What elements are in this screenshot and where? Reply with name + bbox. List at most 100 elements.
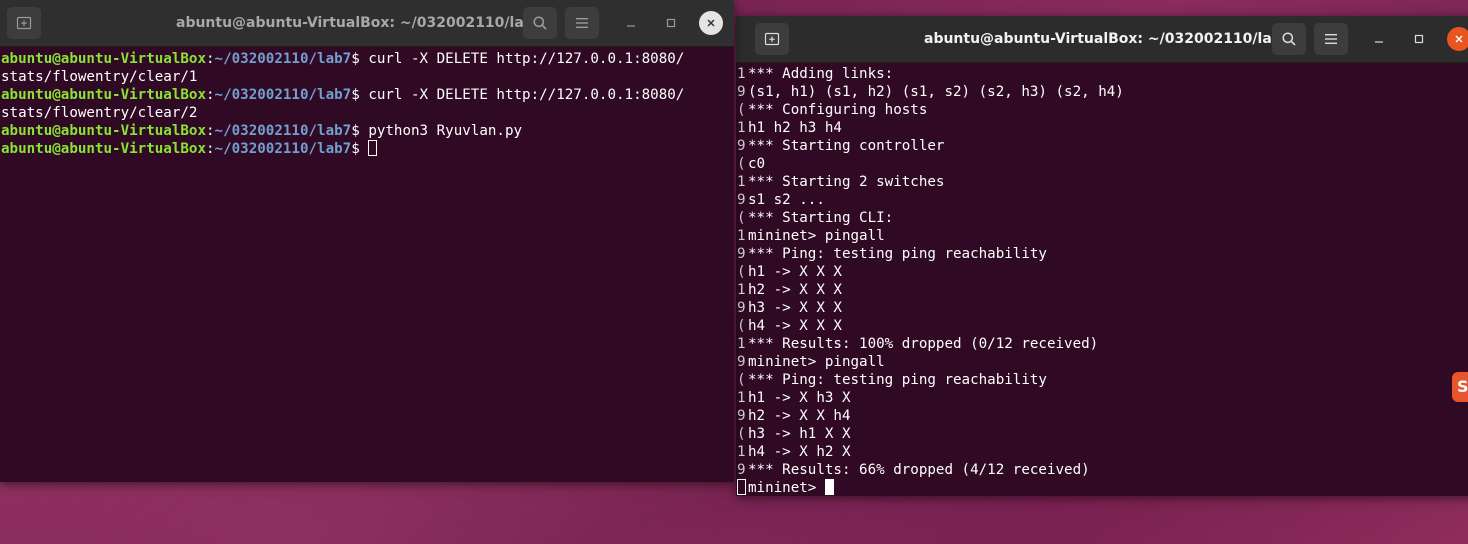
terminal-line-text: *** Configuring hosts: [748, 102, 928, 118]
close-icon: [707, 19, 715, 27]
new-tab-button[interactable]: [755, 23, 789, 55]
minimize-button[interactable]: [619, 11, 643, 35]
gutter-char: 1: [737, 444, 746, 460]
terminal-line-text: mininet> pingall: [748, 354, 885, 370]
titlebar-left[interactable]: abuntu@abuntu-VirtualBox: ~/032002110/la…: [0, 0, 734, 47]
terminal-line: c0: [748, 155, 765, 173]
gutter-char: 9: [737, 462, 746, 478]
gutter-char: 1: [737, 228, 746, 244]
terminal-line-text: *** Adding links:: [748, 66, 894, 82]
prompt-separator: :: [206, 141, 215, 157]
prompt-dollar: $: [351, 141, 369, 157]
search-icon: [533, 16, 547, 30]
prompt-path: ~/032002110/lab7: [214, 141, 352, 157]
terminal-line-text: (s1, h1) (s1, h2) (s1, s2) (s2, h3) (s2,…: [748, 84, 1124, 100]
terminal-line: h1 -> X X X: [748, 263, 842, 281]
terminal-line: h1 h2 h3 h4: [748, 119, 842, 137]
gutter-char: (: [737, 372, 746, 388]
prompt-dollar: $: [351, 123, 369, 139]
gutter-cursor-marker: [737, 479, 746, 496]
terminal-line-text: h2 -> X X X: [748, 282, 842, 298]
maximize-button[interactable]: [659, 11, 683, 35]
menu-button[interactable]: [565, 7, 599, 39]
terminal-line-text: *** Ping: testing ping reachability: [748, 372, 1047, 388]
terminal-line-text: mininet>: [748, 480, 825, 496]
search-button[interactable]: [523, 7, 557, 39]
gutter-char: (: [737, 156, 746, 172]
terminal-line: h3 -> h1 X X: [748, 425, 851, 443]
gutter-char: (: [737, 264, 746, 280]
terminal-line: *** Starting 2 switches: [748, 173, 944, 191]
gutter-char: 9: [737, 138, 746, 154]
menu-button[interactable]: [1314, 23, 1348, 55]
terminal-line: abuntu@abuntu-VirtualBox:~/032002110/lab…: [1, 86, 684, 104]
close-icon: [1455, 35, 1463, 43]
gutter-char: 1: [737, 390, 746, 406]
text-cursor: [824, 479, 834, 495]
prompt-user: abuntu@abuntu-VirtualBox: [1, 51, 206, 67]
terminal-line: abuntu@abuntu-VirtualBox:~/032002110/lab…: [1, 140, 378, 158]
terminal-line: mininet>: [748, 479, 834, 496]
terminal-line-text: *** Ping: testing ping reachability: [748, 246, 1047, 262]
terminal-line-text: mininet> pingall: [748, 228, 885, 244]
terminal-line-text: *** Starting controller: [748, 138, 945, 154]
terminal-line-text: h4 -> X X X: [748, 318, 842, 334]
terminal-window-left[interactable]: abuntu@abuntu-VirtualBox: ~/032002110/la…: [0, 0, 734, 482]
titlebar-right[interactable]: abuntu@abuntu-VirtualBox: ~/032002110/la…: [736, 16, 1468, 63]
prompt-separator: :: [206, 51, 215, 67]
terminal-line-text: h1 h2 h3 h4: [748, 120, 842, 136]
prompt-separator: :: [206, 87, 215, 103]
gutter-char: 1: [737, 174, 746, 190]
prompt-dollar: $: [351, 87, 369, 103]
terminal-line-text: h2 -> X X h4: [748, 408, 851, 424]
new-tab-button[interactable]: [7, 7, 41, 39]
command-text: python3 Ryuvlan.py: [368, 123, 523, 139]
terminal-line: abuntu@abuntu-VirtualBox:~/032002110/lab…: [1, 122, 522, 140]
text-cursor: [368, 140, 378, 156]
terminal-line-text: s1 s2 ...: [748, 192, 825, 208]
close-button[interactable]: [699, 11, 723, 35]
prompt-separator: :: [206, 123, 215, 139]
hollow-cursor: [737, 479, 746, 495]
window-title: abuntu@abuntu-VirtualBox: ~/032002110/la…: [924, 31, 1292, 47]
search-icon: [1282, 32, 1296, 46]
terminal-line-text: h3 -> h1 X X: [748, 426, 851, 442]
gutter-char: (: [737, 318, 746, 334]
minimize-icon: [1375, 41, 1383, 43]
terminal-output-right[interactable]: 1 9 (1 9 (1 9 (1 9 (1 9 (1 9 (1 9 (1 9 *** Adding links…: [736, 64, 1468, 496]
app-badge-icon[interactable]: S: [1452, 372, 1468, 402]
terminal-line: *** Results: 100% dropped (0/12 received…: [748, 335, 1098, 353]
prompt-user: abuntu@abuntu-VirtualBox: [1, 123, 206, 139]
gutter-char: 9: [737, 408, 746, 424]
terminal-line: h2 -> X X h4: [748, 407, 851, 425]
terminal-window-right[interactable]: abuntu@abuntu-VirtualBox: ~/032002110/la…: [736, 16, 1468, 496]
gutter-char: (: [737, 102, 746, 118]
close-button[interactable]: [1447, 27, 1468, 51]
terminal-line: h1 -> X h3 X: [748, 389, 851, 407]
terminal-line: stats/flowentry/clear/2: [1, 105, 198, 121]
terminal-line: *** Starting controller: [748, 137, 944, 155]
terminal-line: h4 -> X h2 X: [748, 443, 851, 461]
new-tab-icon: [764, 32, 780, 46]
command-text: curl -X DELETE http://127.0.0.1:8080/: [368, 87, 685, 103]
terminal-line: *** Ping: testing ping reachability: [748, 245, 1047, 263]
prompt-user: abuntu@abuntu-VirtualBox: [1, 87, 206, 103]
gutter-char: 1: [737, 282, 746, 298]
maximize-button[interactable]: [1407, 27, 1431, 51]
terminal-output-left[interactable]: abuntu@abuntu-VirtualBox:~/032002110/lab…: [0, 47, 734, 482]
terminal-line: mininet> pingall: [748, 353, 885, 371]
terminal-line: *** Results: 66% dropped (4/12 received): [748, 461, 1090, 479]
gutter-char: (: [737, 426, 746, 442]
gutter-char: 9: [737, 300, 746, 316]
command-text: curl -X DELETE http://127.0.0.1:8080/: [368, 51, 685, 67]
terminal-line-text: h3 -> X X X: [748, 300, 842, 316]
gutter-char: (: [737, 210, 746, 226]
gutter-char: 9: [737, 246, 746, 262]
prompt-path: ~/032002110/lab7: [214, 87, 352, 103]
minimize-button[interactable]: [1367, 27, 1391, 51]
prompt-path: ~/032002110/lab7: [214, 123, 352, 139]
terminal-line: mininet> pingall: [748, 227, 885, 245]
search-button[interactable]: [1272, 23, 1306, 55]
minimize-icon: [627, 25, 635, 27]
terminal-line: h2 -> X X X: [748, 281, 842, 299]
